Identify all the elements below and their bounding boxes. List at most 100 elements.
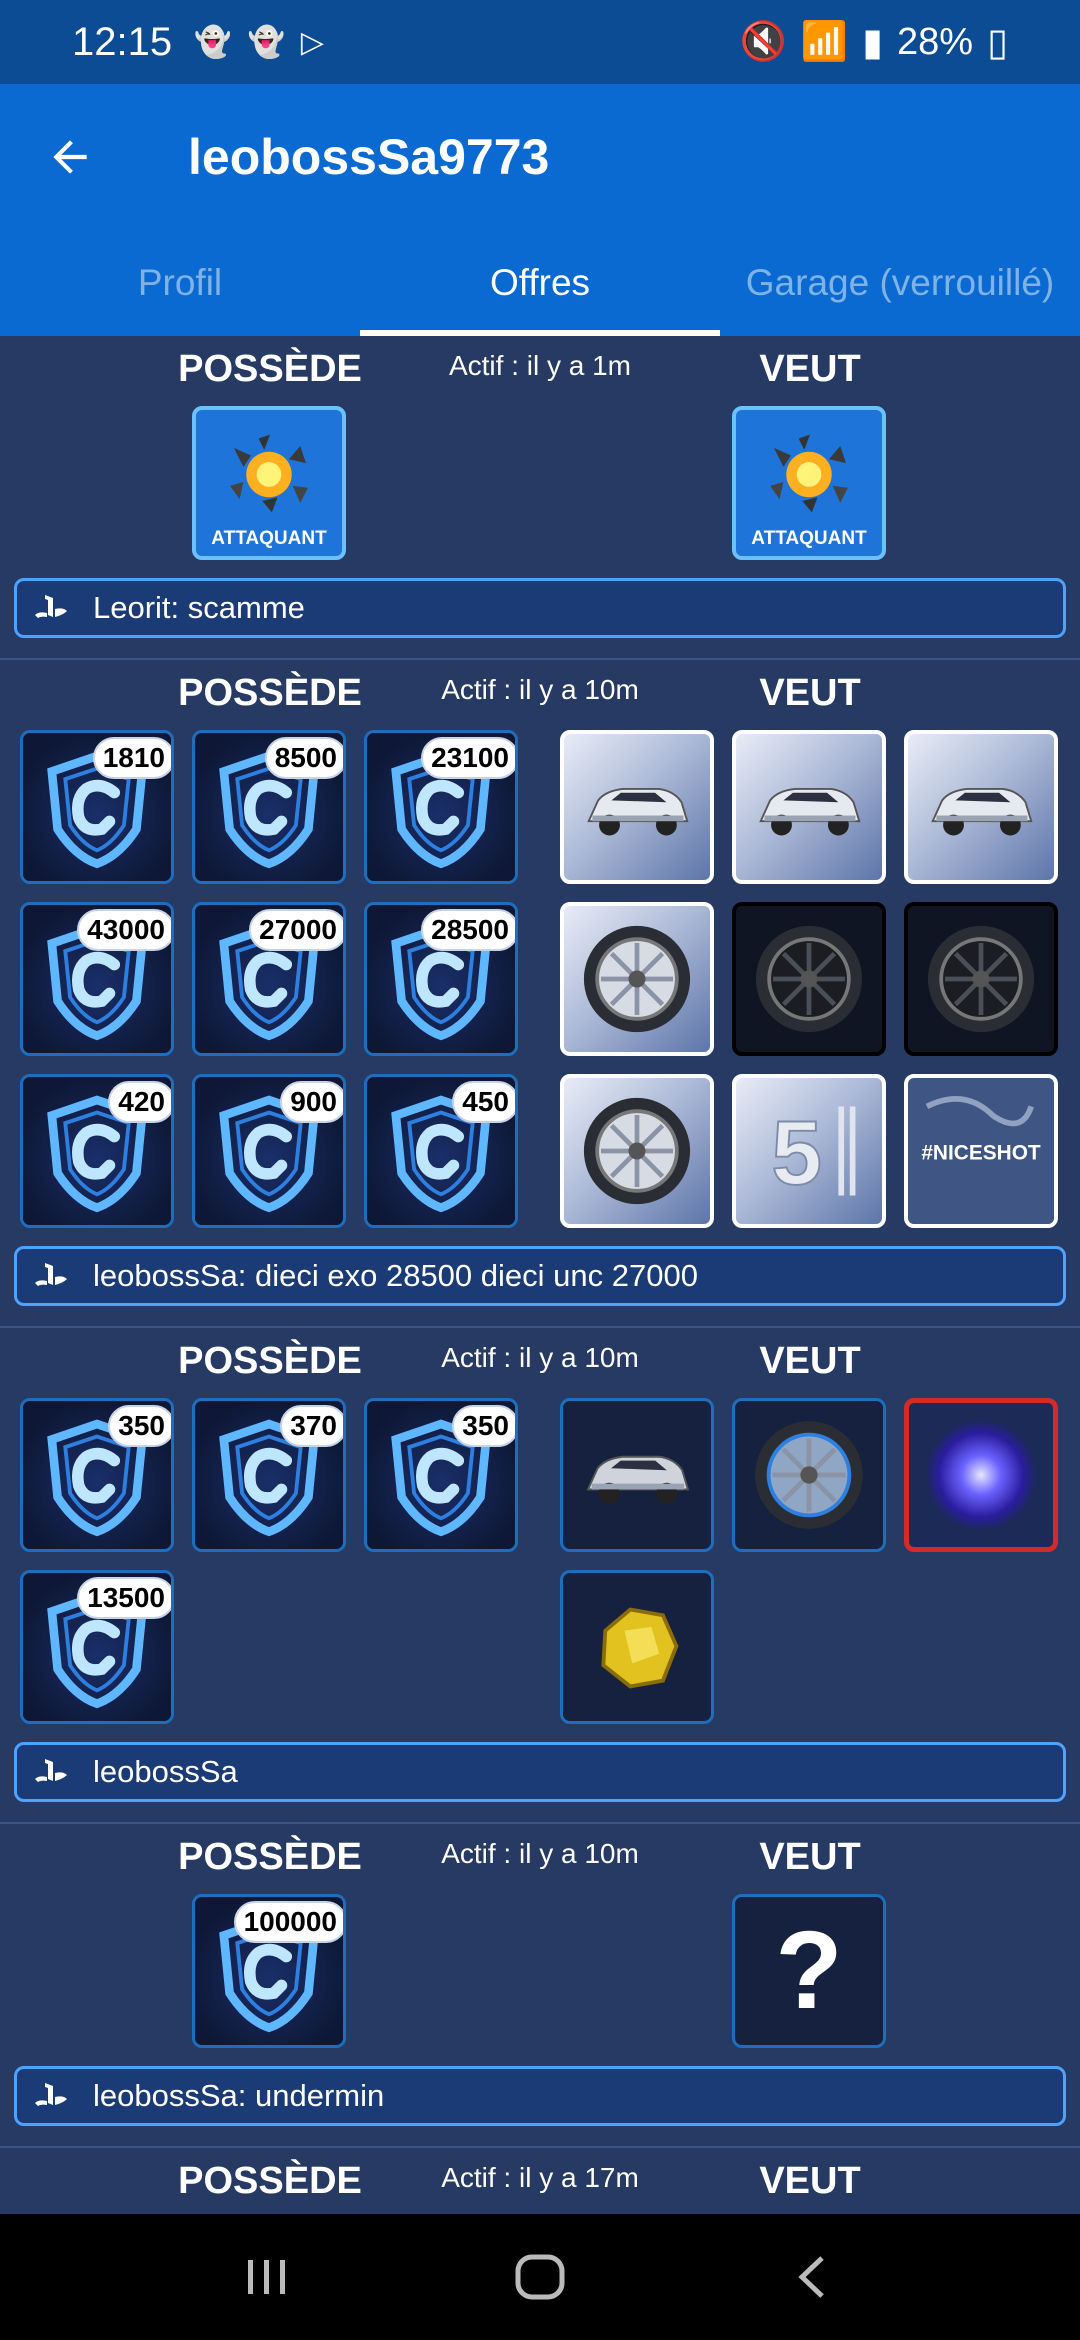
goal-explosion-item[interactable]: ATTAQUANT xyxy=(192,406,346,560)
goal-explosion-item[interactable]: #NICESHOT xyxy=(904,1074,1058,1228)
wants-heading: VEUT xyxy=(759,348,861,390)
credits-item[interactable]: 350 xyxy=(20,1398,174,1552)
app-bar: leobossSa9773 xyxy=(0,84,1080,230)
play-store-icon: ▷ xyxy=(300,25,324,59)
credits-item[interactable]: 27000 xyxy=(192,902,346,1056)
quantity-badge: 27000 xyxy=(249,909,343,951)
home-button[interactable] xyxy=(495,2232,585,2322)
playstation-icon xyxy=(35,595,67,618)
gold-nugget-item[interactable] xyxy=(560,1570,714,1724)
tab-offres[interactable]: Offres xyxy=(360,230,720,336)
wheel-icon xyxy=(927,925,1035,1033)
quantity-badge: 900 xyxy=(280,1081,343,1123)
tab-bar: Profil Offres Garage (verrouillé) xyxy=(0,230,1080,336)
quantity-badge: 420 xyxy=(108,1081,171,1123)
trade-items: 1810 8500 23100 43000 27000 28500 420 900 450 5 #N… xyxy=(0,730,1080,1246)
trade-offer[interactable]: POSSÈDE Actif : il y a 1m VEUT ATTAQUANT ATT… xyxy=(0,336,1080,660)
wheel-item[interactable] xyxy=(732,902,886,1056)
mute-icon: 🔇 xyxy=(739,21,787,63)
nav-back-button[interactable] xyxy=(768,2232,858,2322)
quantity-badge: 28500 xyxy=(421,909,515,951)
offers-list[interactable]: POSSÈDE Actif : il y a 1m VEUT ATTAQUANT ATT… xyxy=(0,336,1080,2214)
trade-note[interactable]: leobossSa: undermin xyxy=(14,2066,1066,2126)
quantity-badge: 350 xyxy=(108,1405,171,1447)
status-notification-icons: 👻 👻 ▷ xyxy=(194,25,324,60)
trade-offer[interactable]: POSSÈDE Actif : il y a 17m VEUT xyxy=(0,2148,1080,2214)
wants-heading: VEUT xyxy=(759,1340,861,1382)
home-icon xyxy=(515,2254,565,2300)
battery-icon: ▯ xyxy=(987,21,1008,64)
car-body-item[interactable] xyxy=(732,730,886,884)
question-mark-icon: ? xyxy=(775,1909,843,2032)
wheel-item[interactable] xyxy=(904,902,1058,1056)
quantity-badge: 23100 xyxy=(421,737,515,779)
quantity-badge: 100000 xyxy=(233,1901,343,1943)
credits-item[interactable]: 23100 xyxy=(364,730,518,884)
trade-offer[interactable]: POSSÈDE Actif : il y a 10m VEUT 350 370 350 13… xyxy=(0,1328,1080,1824)
note-text: leobossSa: dieci exo 28500 dieci unc 270… xyxy=(93,1258,698,1293)
wheel-icon xyxy=(755,1421,863,1529)
credits-item[interactable]: 43000 xyxy=(20,902,174,1056)
trade-note[interactable]: leobossSa: dieci exo 28500 dieci unc 270… xyxy=(14,1246,1066,1306)
player-banner-item[interactable]: 5 xyxy=(732,1074,886,1228)
trade-header: POSSÈDE Actif : il y a 10m VEUT xyxy=(0,660,1080,730)
item-label: ATTAQUANT xyxy=(751,528,867,549)
back-button[interactable] xyxy=(0,84,140,230)
nebula-icon xyxy=(924,1418,1038,1532)
quantity-badge: 8500 xyxy=(264,737,343,779)
gold-nugget-icon xyxy=(601,1607,679,1689)
trade-header: POSSÈDE Actif : il y a 1m VEUT xyxy=(0,336,1080,406)
credits-item[interactable]: 8500 xyxy=(192,730,346,884)
player-banner-icon: 5 xyxy=(770,1102,856,1205)
car-body-icon xyxy=(931,788,1033,836)
status-system-icons: 🔇 📶 ▮ 28% ▯ xyxy=(739,20,1008,65)
trade-offer[interactable]: POSSÈDE Actif : il y a 10m VEUT 100000? leob… xyxy=(0,1824,1080,2148)
wants-heading: VEUT xyxy=(759,2160,861,2202)
wheel-item[interactable] xyxy=(560,1074,714,1228)
credits-item[interactable]: 450 xyxy=(364,1074,518,1228)
wheel-item[interactable] xyxy=(560,902,714,1056)
credits-item[interactable]: 1810 xyxy=(20,730,174,884)
car-body-item[interactable] xyxy=(560,730,714,884)
credits-item[interactable]: 13500 xyxy=(20,1570,174,1724)
playstation-icon xyxy=(35,2083,67,2106)
playstation-icon xyxy=(35,1263,67,1286)
goal-explosion-icon: #NICESHOT xyxy=(908,1078,1054,1224)
trade-header: POSSÈDE Actif : il y a 10m VEUT xyxy=(0,1824,1080,1894)
recents-button[interactable] xyxy=(222,2232,312,2322)
trade-offer[interactable]: POSSÈDE Actif : il y a 10m VEUT 1810 8500 231… xyxy=(0,660,1080,1328)
credits-item[interactable]: 28500 xyxy=(364,902,518,1056)
recents-icon xyxy=(247,2260,285,2294)
tab-profil[interactable]: Profil xyxy=(0,230,360,336)
nebula-item[interactable] xyxy=(904,1398,1058,1552)
trade-note[interactable]: leobossSa xyxy=(14,1742,1066,1802)
quantity-badge: 350 xyxy=(452,1405,515,1447)
credits-item[interactable]: 100000 xyxy=(192,1894,346,2048)
snapchat-icon: 👻 xyxy=(247,25,285,59)
note-text: Leorit: scamme xyxy=(93,590,305,625)
wheel-icon xyxy=(583,1097,691,1205)
quantity-badge: 13500 xyxy=(77,1577,171,1619)
wants-heading: VEUT xyxy=(759,672,861,714)
note-text: leobossSa: undermin xyxy=(93,2078,385,2113)
wheel-item[interactable] xyxy=(732,1398,886,1552)
credits-item[interactable]: 350 xyxy=(364,1398,518,1552)
credits-item[interactable]: 420 xyxy=(20,1074,174,1228)
car-body-item[interactable] xyxy=(560,1398,714,1552)
wheel-icon xyxy=(583,925,691,1033)
credits-item[interactable]: 900 xyxy=(192,1074,346,1228)
item-label: ATTAQUANT xyxy=(211,528,327,549)
system-nav-bar xyxy=(0,2214,1080,2340)
credits-item[interactable]: 370 xyxy=(192,1398,346,1552)
tab-garage[interactable]: Garage (verrouillé) xyxy=(720,230,1080,336)
trade-note[interactable]: Leorit: scamme xyxy=(14,578,1066,638)
unknown-item[interactable]: ? xyxy=(732,1894,886,2048)
snapchat-icon: 👻 xyxy=(194,25,232,59)
battery-percent: 28% xyxy=(897,20,974,63)
car-body-item[interactable] xyxy=(904,730,1058,884)
goal-explosion-item[interactable]: ATTAQUANT xyxy=(732,406,886,560)
